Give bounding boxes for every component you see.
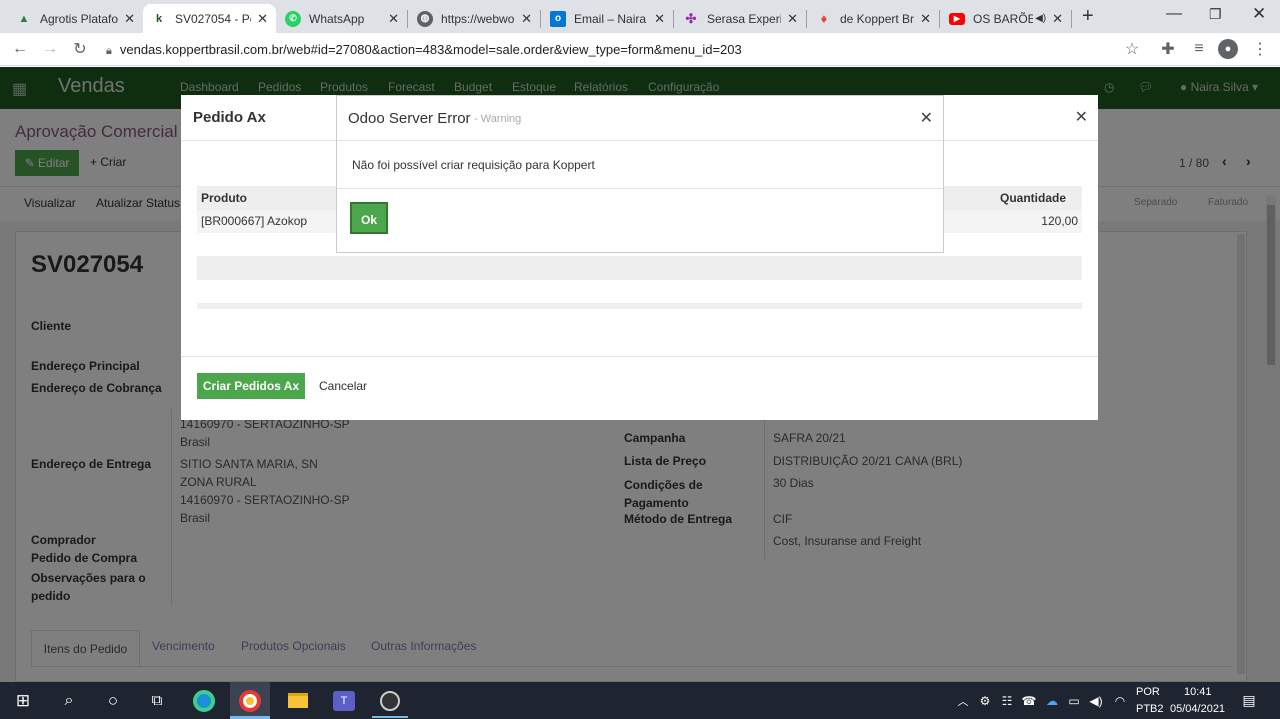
tab-youtube[interactable]: ▶ OS BARÕE ◀) ✕ (941, 4, 1071, 33)
clock-time[interactable]: 10:41 (1184, 686, 1212, 698)
table-footer-bar (197, 303, 1082, 309)
table-footer (197, 256, 1082, 280)
outlook-icon: o (550, 10, 566, 27)
error-message: Não foi possível criar requisição para K… (352, 158, 595, 172)
divider (337, 140, 943, 141)
extensions-icon[interactable]: ✚ (1157, 38, 1179, 60)
close-icon[interactable]: ✕ (920, 11, 931, 27)
youtube-icon: ▶ (949, 12, 965, 25)
window-close-icon[interactable]: ✕ (1252, 4, 1266, 24)
tab-agrotis[interactable]: ▲ Agrotis Platafo ✕ (8, 4, 143, 33)
back-icon[interactable]: ← (9, 38, 31, 60)
minimize-icon[interactable]: — (1166, 5, 1182, 23)
server-error-modal: Odoo Server Error - Warning ✕ Não foi po… (336, 95, 944, 253)
close-icon[interactable]: ✕ (124, 11, 135, 27)
reading-list-icon[interactable]: ≡ (1188, 38, 1210, 60)
url-text: vendas.koppertbrasil.com.br/web#id=27080… (119, 42, 742, 57)
onedrive-icon[interactable]: ☁ (1042, 682, 1062, 719)
windows-start-icon[interactable]: ⊞ (8, 682, 38, 719)
running-indicator (372, 716, 408, 718)
wifi-icon[interactable]: ◠ (1110, 682, 1130, 719)
tab-email[interactable]: o Email – Naira S ✕ (542, 4, 673, 33)
tab-separator (1071, 10, 1072, 28)
audio-icon[interactable]: ◀) (1035, 13, 1046, 24)
odoo-icon: k (155, 12, 163, 25)
maps-pin-icon: ♦ (820, 11, 828, 26)
file-explorer-icon[interactable] (280, 682, 316, 719)
chrome-icon[interactable] (230, 682, 270, 719)
tab-separator (407, 10, 408, 28)
close-icon[interactable]: ✕ (521, 11, 532, 27)
lock-icon: 🔒︎ (106, 45, 112, 57)
search-icon[interactable]: ⌕ (54, 682, 84, 719)
new-tab-icon[interactable]: + (1082, 5, 1094, 28)
close-icon[interactable]: ✕ (787, 11, 798, 27)
volume-icon[interactable]: ◀) (1086, 682, 1106, 719)
tab-webwo[interactable]: ◍ https://webwo ✕ (409, 4, 540, 33)
language-bottom[interactable]: PTB2 (1136, 703, 1164, 715)
close-icon[interactable]: ✕ (654, 11, 665, 27)
cortana-icon[interactable]: ○ (98, 682, 128, 719)
close-icon[interactable]: ✕ (388, 11, 399, 27)
close-icon[interactable]: ✕ (257, 11, 268, 27)
criar-pedidos-ax-button[interactable]: Criar Pedidos Ax (197, 373, 305, 399)
globe-icon: ◍ (417, 10, 433, 27)
tab-serasa[interactable]: ✣ Serasa Experia ✕ (675, 4, 806, 33)
tray-phone-icon[interactable]: ☎ (1020, 682, 1038, 719)
row-product: [BR000667] Azokop (201, 214, 308, 228)
cancel-button[interactable]: Cancelar (319, 379, 367, 393)
address-bar-row: ← → ↻ 🔒︎ vendas.koppertbrasil.com.br/web#… (0, 33, 1280, 66)
tab-whatsapp[interactable]: ✆ WhatsApp ✕ (277, 4, 407, 33)
ok-button[interactable]: Ok (350, 202, 388, 234)
windows-taskbar: ⊞ ⌕ ○ ⧉ T ︿ ⚙ ☷ ☎ ☁ ▭ ◀) ◠ POR PTB2 10:4… (0, 682, 1280, 719)
restore-icon[interactable]: ❐ (1209, 6, 1222, 23)
reload-icon[interactable]: ↻ (69, 38, 91, 60)
tray-app-icon[interactable]: ⚙ (976, 682, 994, 719)
browser-tab-bar: ▲ Agrotis Platafo ✕ k SV027054 - Pe ✕ ✆ … (0, 0, 1280, 33)
modal-title: Pedido Ax (193, 109, 266, 126)
tab-separator (806, 10, 807, 28)
close-icon[interactable]: ✕ (1052, 11, 1063, 27)
teams-icon[interactable]: T (324, 682, 364, 719)
row-quantity: 120,00 (1041, 214, 1078, 228)
serasa-icon: ✣ (685, 10, 697, 26)
divider (181, 356, 1098, 357)
divider (337, 188, 943, 189)
edge-icon[interactable] (186, 682, 222, 719)
bookmark-star-icon[interactable]: ☆ (1121, 38, 1143, 60)
col-produto: Produto (201, 191, 247, 205)
close-icon[interactable]: ✕ (920, 108, 933, 128)
battery-icon[interactable]: ▭ (1064, 682, 1084, 719)
forward-icon[interactable]: → (39, 38, 61, 60)
language-top[interactable]: POR (1136, 686, 1160, 698)
tab-sv027054[interactable]: k SV027054 - Pe ✕ (143, 4, 276, 33)
clock-date[interactable]: 05/04/2021 (1170, 703, 1225, 715)
more-menu-icon[interactable]: ⋮ (1249, 38, 1271, 60)
profile-icon[interactable]: ● (1218, 39, 1238, 59)
tab-separator (540, 10, 541, 28)
error-subtitle: - Warning (474, 113, 522, 125)
app-icon[interactable] (372, 682, 408, 719)
col-quantidade: Quantidade (999, 191, 1066, 205)
tab-maps[interactable]: ♦ de Koppert Bra ✕ (808, 4, 939, 33)
tray-chevron-icon[interactable]: ︿ (955, 682, 971, 719)
close-icon[interactable]: ✕ (1075, 107, 1088, 127)
notifications-icon[interactable]: ▤ (1238, 682, 1260, 719)
agrotis-icon: ▲ (18, 12, 30, 25)
error-title: Odoo Server Error (348, 110, 471, 127)
task-view-icon[interactable]: ⧉ (142, 682, 172, 719)
tab-separator (939, 10, 940, 28)
tab-separator (673, 10, 674, 28)
tray-teams-icon[interactable]: ☷ (998, 682, 1016, 719)
url-field[interactable]: 🔒︎ vendas.koppertbrasil.com.br/web#id=270… (106, 37, 742, 62)
whatsapp-icon: ✆ (285, 10, 301, 27)
